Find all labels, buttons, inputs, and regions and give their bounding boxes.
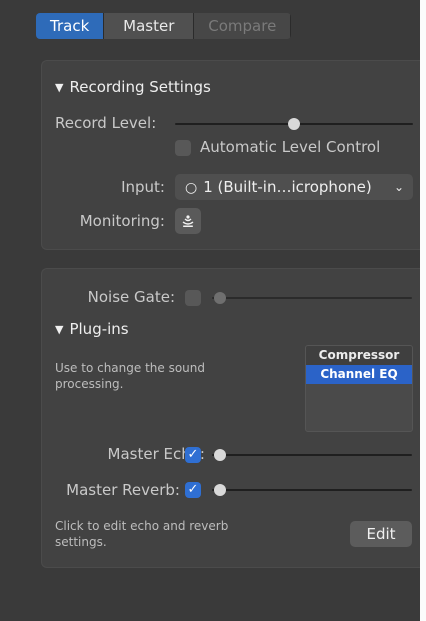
plugins-title: Plug-ins [69, 320, 129, 338]
recording-settings-disclosure[interactable]: ▼ Recording Settings [55, 78, 211, 96]
edit-description: Click to edit echo and reverb settings. [55, 518, 228, 550]
window-edge [420, 0, 426, 621]
plugins-description-line: Use to change the sound [55, 361, 205, 375]
tab-track[interactable]: Track [36, 13, 105, 39]
slider-knob[interactable] [214, 449, 226, 461]
slider-knob[interactable] [288, 118, 300, 130]
slider-track [212, 489, 412, 491]
edit-description-line: Click to edit echo and reverb [55, 519, 229, 533]
tab-bar: Track Master Compare [36, 13, 292, 39]
noise-gate-slider[interactable] [212, 291, 412, 305]
tab-master[interactable]: Master [104, 13, 195, 39]
chevron-down-icon: ⌄ [393, 180, 404, 194]
master-reverb-slider[interactable] [212, 483, 412, 497]
master-echo-slider[interactable] [212, 448, 412, 462]
plugin-list: Compressor Channel EQ [305, 345, 413, 432]
recording-settings-title: Recording Settings [69, 78, 211, 96]
edit-button[interactable]: Edit [350, 521, 412, 547]
plugins-description-line: processing. [55, 377, 124, 391]
circle-outline-icon: ○ [185, 180, 198, 196]
plugin-item-channel-eq[interactable]: Channel EQ [306, 365, 412, 384]
slider-knob[interactable] [214, 484, 226, 496]
triangle-down-icon: ▼ [55, 81, 64, 94]
automatic-level-control-checkbox[interactable] [175, 140, 191, 156]
noise-gate-checkbox[interactable] [185, 290, 201, 306]
record-level-label: Record Level: [55, 114, 157, 132]
input-value: 1 (Built-in…icrophone) [203, 178, 372, 196]
noise-gate-label: Noise Gate: [87, 288, 175, 306]
slider-track [212, 454, 412, 456]
master-reverb-checkbox[interactable]: ✓ [185, 482, 201, 498]
plugin-item-compressor[interactable]: Compressor [306, 346, 412, 365]
monitoring-icon [182, 215, 194, 227]
master-reverb-label: Master Reverb: [66, 481, 180, 499]
slider-track [212, 297, 412, 299]
edit-description-line: settings. [55, 535, 107, 549]
tab-compare[interactable]: Compare [194, 13, 292, 39]
automatic-level-control-label: Automatic Level Control [200, 138, 381, 156]
input-label: Input: [121, 178, 165, 196]
plugins-disclosure[interactable]: ▼ Plug-ins [55, 320, 129, 338]
record-level-slider[interactable] [175, 117, 413, 131]
plugins-description: Use to change the sound processing. [55, 360, 205, 392]
track-info-panel: Track Master Compare ▼ Recording Settings… [0, 0, 420, 621]
master-echo-label: Master Echo: [107, 445, 205, 463]
monitoring-button[interactable] [175, 208, 201, 234]
triangle-down-icon: ▼ [55, 323, 64, 336]
master-echo-checkbox[interactable]: ✓ [185, 447, 201, 463]
input-popup[interactable]: ○ 1 (Built-in…icrophone) ⌄ [175, 174, 413, 200]
slider-knob[interactable] [214, 292, 226, 304]
monitoring-label: Monitoring: [79, 212, 165, 230]
